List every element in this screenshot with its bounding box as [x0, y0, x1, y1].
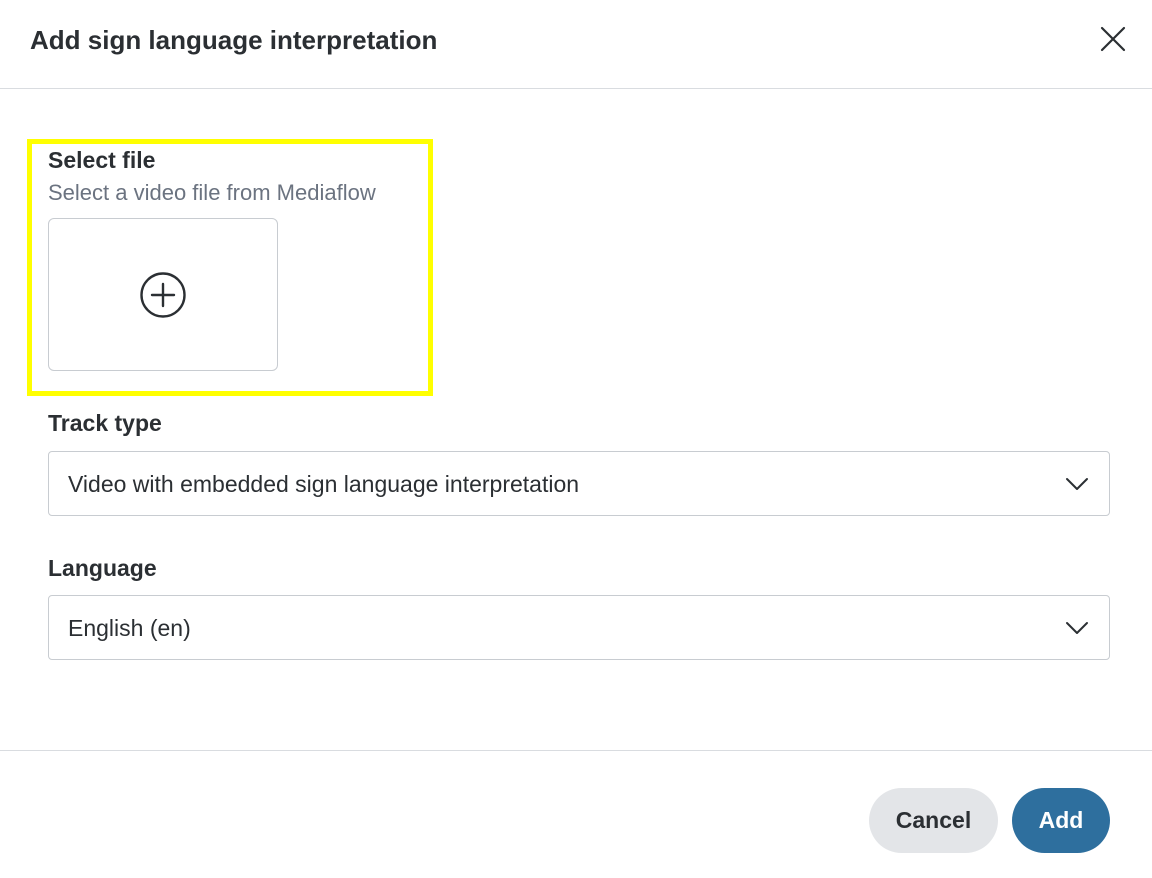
track-type-select[interactable]: Video with embedded sign language interp… — [48, 451, 1110, 516]
chevron-down-icon — [1065, 472, 1089, 496]
track-type-value: Video with embedded sign language interp… — [68, 468, 579, 500]
language-label: Language — [48, 553, 157, 583]
track-type-label: Track type — [48, 408, 162, 438]
close-button[interactable] — [1094, 20, 1132, 58]
chevron-down-icon — [1065, 616, 1089, 640]
select-file-label: Select file — [48, 145, 155, 175]
dialog-header: Add sign language interpretation — [0, 0, 1152, 89]
plus-circle-icon — [139, 271, 187, 319]
dialog-footer: Cancel Add — [0, 750, 1152, 878]
add-button[interactable]: Add — [1012, 788, 1110, 853]
cancel-button[interactable]: Cancel — [869, 788, 998, 853]
language-value: English (en) — [68, 612, 191, 644]
select-file-description: Select a video file from Mediaflow — [48, 178, 376, 208]
select-file-button[interactable] — [48, 218, 278, 371]
close-icon — [1100, 26, 1126, 52]
dialog-title: Add sign language interpretation — [30, 22, 437, 58]
add-sign-language-dialog: Add sign language interpretation Select … — [0, 0, 1152, 878]
language-select[interactable]: English (en) — [48, 595, 1110, 660]
